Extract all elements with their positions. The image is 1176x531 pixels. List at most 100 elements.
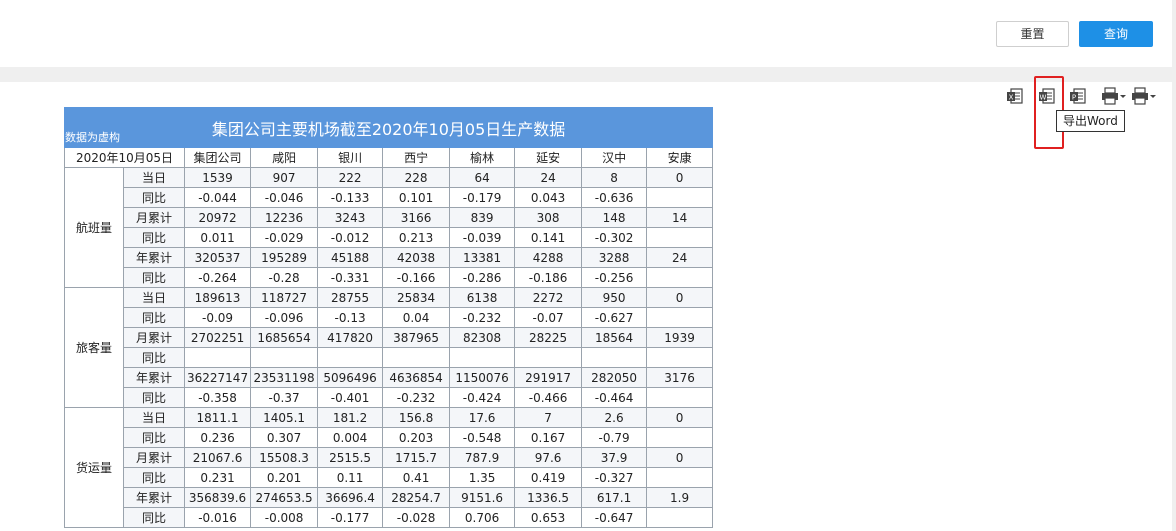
value-cell: 36227147 (183, 367, 252, 388)
group-label: 航班量 (64, 167, 124, 288)
value-cell (646, 227, 714, 248)
value-cell: 42038 (382, 247, 451, 268)
value-cell: -0.016 (183, 507, 252, 528)
column-header: 咸阳 (250, 147, 319, 168)
column-header: 银川 (317, 147, 384, 168)
value-cell: 1.9 (646, 487, 714, 508)
export-pdf-icon[interactable]: P (1069, 86, 1087, 106)
group-label: 旅客量 (64, 287, 124, 408)
value-cell: 417820 (317, 327, 384, 348)
value-cell: 5096496 (317, 367, 384, 388)
metric-label: 同比 (123, 347, 185, 368)
value-cell: 0.231 (183, 467, 252, 488)
value-cell: -0.627 (581, 307, 648, 328)
column-header: 汉中 (581, 147, 648, 168)
value-cell: 9151.6 (449, 487, 516, 508)
print-icon[interactable] (1101, 86, 1127, 106)
value-cell: 0.236 (183, 427, 252, 448)
value-cell: -0.13 (317, 307, 384, 328)
filter-panel: 重置 查询 (0, 0, 1172, 67)
export-excel-icon[interactable]: X (1006, 86, 1024, 106)
value-cell (646, 427, 714, 448)
value-cell: -0.264 (183, 267, 252, 288)
value-cell: 617.1 (581, 487, 648, 508)
value-cell: 0.011 (183, 227, 252, 248)
print-options-icon[interactable] (1131, 86, 1157, 106)
metric-label: 同比 (123, 387, 185, 408)
table-row: 年累计 356839.6 274653.5 36696.4 28254.7 9151.6 1… (65, 487, 714, 508)
value-cell: -0.186 (514, 267, 583, 288)
value-cell: 308 (514, 207, 583, 228)
table-row: 同比 0.231 0.201 0.11 0.41 1.35 0.419 -0.327 (65, 467, 714, 488)
metric-label: 月累计 (123, 327, 185, 348)
value-cell (646, 507, 714, 528)
metric-label: 年累计 (123, 487, 185, 508)
metric-label: 年累计 (123, 247, 185, 268)
value-cell: 1939 (646, 327, 714, 348)
report-table: 数据为虚构 集团公司主要机场截至2020年10月05日生产数据 2020年10月… (63, 107, 714, 528)
value-cell: 0.653 (514, 507, 583, 528)
value-cell: 28254.7 (382, 487, 451, 508)
value-cell: -0.166 (382, 267, 451, 288)
value-cell: 0 (646, 407, 714, 428)
table-row: 月累计 2702251 1685654 417820 387965 82308 28225 1… (65, 327, 714, 348)
group-label: 货运量 (64, 407, 124, 528)
value-cell: 228 (382, 167, 451, 188)
value-cell: 0.004 (317, 427, 384, 448)
value-cell: 0.203 (382, 427, 451, 448)
value-cell: 0.307 (250, 427, 319, 448)
value-cell: 2272 (514, 287, 583, 308)
value-cell: 3288 (581, 247, 648, 268)
metric-label: 月累计 (123, 447, 185, 468)
value-cell: -0.044 (183, 187, 252, 208)
value-cell: 0.213 (382, 227, 451, 248)
column-header: 安康 (646, 147, 714, 168)
value-cell: 181.2 (317, 407, 384, 428)
value-cell: -0.133 (317, 187, 384, 208)
table-row: 同比 -0.358 -0.37 -0.401 -0.232 -0.424 -0.466 -0.… (65, 387, 714, 408)
table-row: 年累计 36227147 23531198 5096496 4636854 1150076… (65, 367, 714, 388)
value-cell: 0 (646, 167, 714, 188)
value-cell: 291917 (514, 367, 583, 388)
metric-label: 同比 (123, 307, 185, 328)
metric-label: 同比 (123, 507, 185, 528)
value-cell: 2515.5 (317, 447, 384, 468)
date-header: 2020年10月05日 (64, 147, 185, 168)
value-cell: 8 (581, 167, 648, 188)
value-cell: 1405.1 (250, 407, 319, 428)
reset-button[interactable]: 重置 (996, 21, 1069, 47)
value-cell: 0.419 (514, 467, 583, 488)
report-title-cell: 数据为虚构 集团公司主要机场截至2020年10月05日生产数据 (63, 107, 714, 148)
value-cell: -0.464 (581, 387, 648, 408)
value-cell: -0.79 (581, 427, 648, 448)
metric-label: 当日 (123, 407, 185, 428)
value-cell: 64 (449, 167, 516, 188)
query-button[interactable]: 查询 (1079, 21, 1153, 47)
value-cell: 387965 (382, 327, 451, 348)
value-cell: 82308 (449, 327, 516, 348)
value-cell: 189613 (183, 287, 252, 308)
value-cell: 148 (581, 207, 648, 228)
report-note: 数据为虚构 (65, 131, 120, 144)
value-cell: -0.331 (317, 267, 384, 288)
value-cell: 13381 (449, 247, 516, 268)
metric-label: 同比 (123, 467, 185, 488)
table-row: 航班量 当日 1539 907 222 228 64 24 8 0 (64, 167, 714, 288)
table-row: 同比 -0.016 -0.008 -0.177 -0.028 0.706 0.653 -0.6… (65, 507, 714, 528)
value-cell (317, 347, 384, 368)
table-row: 同比 (65, 347, 714, 368)
value-cell: 0.141 (514, 227, 583, 248)
value-cell (449, 347, 516, 368)
metric-label: 同比 (123, 267, 185, 288)
value-cell: -0.028 (382, 507, 451, 528)
value-cell: 787.9 (449, 447, 516, 468)
value-cell (183, 347, 252, 368)
value-cell: -0.096 (250, 307, 319, 328)
value-cell: 1.35 (449, 467, 516, 488)
value-cell: 21067.6 (183, 447, 252, 468)
metric-label: 当日 (123, 287, 185, 308)
value-cell: -0.466 (514, 387, 583, 408)
value-cell: 320537 (183, 247, 252, 268)
value-cell: 3243 (317, 207, 384, 228)
value-cell: 14 (646, 207, 714, 228)
